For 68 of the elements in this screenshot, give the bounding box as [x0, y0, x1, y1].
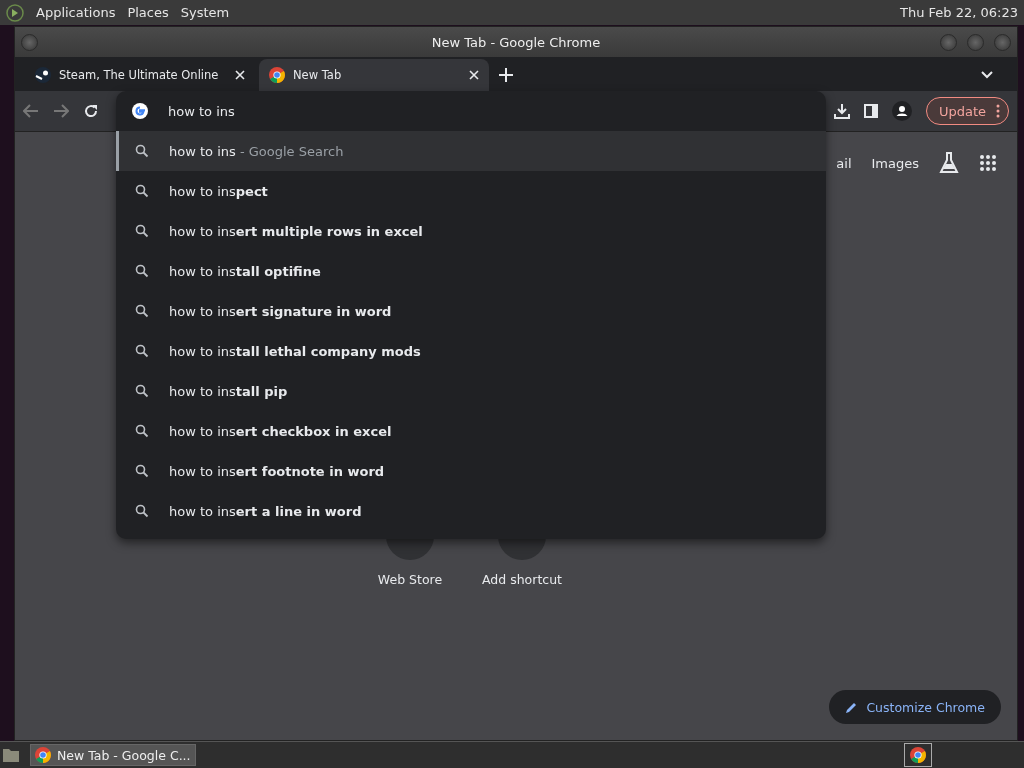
suggestion-text: how to insert multiple rows in excel: [169, 223, 423, 239]
suggestion-text: how to insert signature in word: [169, 303, 392, 319]
search-icon: [135, 464, 149, 478]
side-panel-icon[interactable]: [863, 104, 878, 118]
reload-icon[interactable]: [83, 103, 99, 119]
shortcut-label[interactable]: Web Store: [377, 572, 443, 587]
panel-menu[interactable]: Applications: [36, 5, 116, 20]
suggestion-item[interactable]: how to install optifine: [116, 251, 826, 291]
search-icon: [135, 384, 149, 398]
header-link[interactable]: Images: [871, 155, 919, 171]
suggestion-item[interactable]: how to insert footnote in word: [116, 451, 826, 491]
customize-chrome-button[interactable]: Customize Chrome: [829, 690, 1001, 724]
address-field[interactable]: how to ins: [166, 102, 770, 120]
chrome-icon: [35, 747, 51, 763]
panel-menu[interactable]: Places: [127, 5, 169, 20]
tray-item[interactable]: [904, 743, 932, 767]
suggestion-text: how to ins - Google Search: [169, 143, 344, 159]
profile-icon[interactable]: [891, 101, 912, 121]
suggestion-item[interactable]: how to insert multiple rows in excel: [116, 211, 826, 251]
suggestion-item[interactable]: how to ins - Google Search: [116, 131, 826, 171]
download-icon[interactable]: [833, 103, 850, 119]
browser-tab[interactable]: Steam, The Ultimate Online: [25, 59, 255, 91]
google-icon: [132, 103, 148, 119]
search-icon: [135, 184, 149, 198]
apps-grid-icon[interactable]: [979, 154, 997, 172]
update-button[interactable]: Update: [925, 97, 1009, 125]
chrome-icon: [910, 747, 926, 763]
search-icon: [135, 424, 149, 438]
suggestion-item[interactable]: how to install pip: [116, 371, 826, 411]
suggestion-text: how to insert checkbox in excel: [169, 423, 392, 439]
suggestion-text: how to install lethal company mods: [169, 343, 421, 359]
search-icon: [135, 344, 149, 358]
suggestion-text: how to insert footnote in word: [169, 463, 385, 479]
close-icon[interactable]: [469, 70, 479, 80]
forward-icon[interactable]: [53, 104, 69, 118]
suggestion-text: how to inspect: [169, 183, 268, 199]
plus-icon[interactable]: [499, 68, 513, 82]
panel-menu[interactable]: System: [180, 5, 230, 20]
pencil-icon: [845, 700, 859, 714]
browser-tab[interactable]: New Tab: [259, 59, 489, 91]
window-title: New Tab - Google Chrome: [431, 34, 601, 50]
suggestion-item[interactable]: how to inspect: [116, 171, 826, 211]
search-icon: [135, 304, 149, 318]
suggestion-item[interactable]: how to insert checkbox in excel: [116, 411, 826, 451]
suggestion-item[interactable]: how to insert a line in word: [116, 491, 826, 531]
suggestion-text: how to install optifine: [169, 263, 321, 279]
taskbar-button[interactable]: New Tab - Google C...: [30, 744, 196, 766]
tab-label: New Tab: [293, 68, 343, 82]
chevron-down-icon[interactable]: [981, 71, 993, 79]
shortcut-label[interactable]: Add shortcut: [482, 572, 562, 587]
close-icon[interactable]: [235, 70, 245, 80]
logo-icon[interactable]: [6, 3, 24, 22]
suggestion-text: how to install pip: [169, 383, 288, 399]
suggestion-item[interactable]: how to insert signature in word: [116, 291, 826, 331]
flask-icon[interactable]: [939, 152, 959, 174]
tab-label: Steam, The Ultimate Online: [59, 68, 220, 82]
chrome-icon: [269, 67, 285, 83]
more-icon[interactable]: [996, 104, 1000, 118]
clock[interactable]: Thu Feb 22, 06:23: [900, 5, 1018, 20]
back-icon[interactable]: [23, 104, 39, 118]
search-icon: [135, 224, 149, 238]
search-icon: [135, 264, 149, 278]
suggestion-item[interactable]: how to install lethal company mods: [116, 331, 826, 371]
suggestion-text: how to insert a line in word: [169, 503, 362, 519]
header-link[interactable]: ail: [836, 155, 852, 171]
search-icon: [135, 144, 149, 158]
search-icon: [135, 504, 149, 518]
folder-icon[interactable]: [2, 747, 20, 763]
